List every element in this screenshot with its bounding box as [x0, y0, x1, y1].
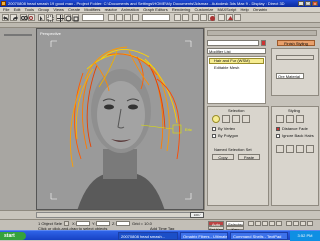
- strand-icon[interactable]: [222, 115, 230, 123]
- command-panel: Modifier List Hair and Fur (WSM) Editabl…: [204, 28, 320, 210]
- divider: [4, 34, 32, 36]
- status-bar: 1 Object Sele X: Y: Z: Grid = 10.0 Click…: [0, 219, 320, 237]
- paste-button[interactable]: Paste: [238, 154, 260, 160]
- maximize-viewport-icon[interactable]: [307, 221, 313, 226]
- left-panel: [0, 28, 36, 210]
- selection-rollout: Selection By Vertex By Polygon Named Sel…: [207, 106, 269, 206]
- curve-editor-icon[interactable]: [192, 14, 199, 21]
- time-slider[interactable]: 100 / 100: [0, 210, 320, 222]
- main-toolbar: [0, 13, 320, 23]
- rotate-hair-icon[interactable]: [296, 145, 304, 153]
- styling-rollout: Ore Material: [271, 48, 319, 96]
- select-icon[interactable]: [38, 14, 45, 21]
- select-root-icon[interactable]: [232, 115, 240, 123]
- by-vertex-checkbox[interactable]: [212, 127, 216, 131]
- head-model: [50, 40, 192, 209]
- link-icon[interactable]: [20, 14, 28, 21]
- guide-icon[interactable]: [212, 115, 220, 123]
- orbit-icon[interactable]: [300, 221, 306, 226]
- stack-item-mesh-label[interactable]: Editable Mesh: [214, 65, 239, 70]
- material-dropdown[interactable]: Ore Material: [276, 73, 304, 79]
- copy-button[interactable]: Copy: [212, 154, 234, 160]
- styling-options-rollout: Styling Distance Fade Ignore Back Hairs: [271, 106, 319, 206]
- styling-title: Styling: [288, 108, 301, 113]
- taskbar: start 20070808 head smash... Ornatrix Fi…: [0, 230, 320, 241]
- ignore-back-label: Ignore Back Hairs: [282, 133, 314, 138]
- app-icon: [1, 1, 6, 6]
- rotate-icon[interactable]: [64, 14, 72, 22]
- task-textpad[interactable]: Command Shells - TextPad: [230, 232, 288, 240]
- maximize-button[interactable]: □: [305, 1, 311, 6]
- z-field[interactable]: [116, 221, 130, 226]
- redo-icon[interactable]: [10, 14, 18, 21]
- time-track[interactable]: [36, 212, 204, 218]
- percent-snap-icon[interactable]: [132, 14, 139, 21]
- finish-styling-button[interactable]: Finish Styling: [277, 40, 315, 46]
- pan-icon[interactable]: [293, 221, 299, 226]
- task-ornatrix[interactable]: Ornatrix Fibers - Ultimate...: [180, 232, 228, 240]
- snap-icon[interactable]: [116, 14, 123, 21]
- start-button[interactable]: start: [0, 232, 26, 240]
- minimize-button[interactable]: _: [298, 1, 304, 6]
- selection-title: Selection: [228, 108, 245, 113]
- prev-frame-icon[interactable]: [255, 221, 261, 226]
- modifier-list-dropdown[interactable]: Modifier List: [207, 48, 266, 54]
- window-title: 20070808 head smash 19 good max - Projec…: [8, 1, 285, 6]
- task-3dsmax[interactable]: 20070808 head smash...: [118, 232, 178, 240]
- render-setup-icon[interactable]: [218, 14, 225, 21]
- material-editor-icon[interactable]: [208, 14, 215, 21]
- ignore-back-checkbox[interactable]: [276, 134, 280, 138]
- unlink-icon[interactable]: [28, 14, 35, 21]
- object-name-tag: Eric: [185, 127, 192, 132]
- named-selection-label: Named Selection Set: [214, 147, 252, 152]
- hair-select-icon[interactable]: [296, 115, 304, 123]
- undo-icon[interactable]: [2, 14, 9, 21]
- frame-indicator[interactable]: 100 / 100: [190, 212, 204, 222]
- by-vertex-label: By Vertex: [218, 126, 236, 131]
- stack-item-hair-label: Hair and Fur (WSM): [214, 58, 250, 63]
- distance-fade-label: Distance Fade: [282, 126, 308, 131]
- mirror-icon[interactable]: [174, 14, 181, 21]
- selection-header[interactable]: [276, 55, 314, 60]
- select-tip-icon[interactable]: [242, 115, 250, 123]
- zoom-icon[interactable]: [286, 221, 292, 226]
- move-icon[interactable]: [56, 14, 64, 22]
- command-tabs[interactable]: [207, 30, 317, 36]
- schematic-icon[interactable]: [200, 14, 207, 21]
- object-name-field[interactable]: [207, 40, 259, 46]
- distance-fade-checkbox[interactable]: [276, 127, 280, 131]
- pivot-icon[interactable]: [108, 14, 115, 21]
- by-polygon-checkbox[interactable]: [212, 134, 216, 138]
- puff-icon[interactable]: [276, 145, 284, 153]
- render-icon[interactable]: [226, 14, 233, 21]
- quick-render-icon[interactable]: [234, 14, 241, 21]
- angle-snap-icon[interactable]: [124, 14, 131, 21]
- scale-icon[interactable]: [72, 14, 79, 22]
- next-frame-icon[interactable]: [269, 221, 275, 226]
- close-button[interactable]: x: [312, 1, 318, 6]
- perspective-viewport[interactable]: Perspective Eric: [36, 28, 204, 210]
- scale-hair-icon[interactable]: [306, 145, 314, 153]
- by-polygon-label: By Polygon: [218, 133, 239, 138]
- coordinate-dropdown[interactable]: [82, 14, 104, 21]
- play-icon[interactable]: [262, 221, 268, 226]
- color-swatch[interactable]: [261, 40, 266, 46]
- clump-icon[interactable]: [286, 145, 294, 153]
- go-end-icon[interactable]: [276, 221, 282, 226]
- hair-cut-icon[interactable]: [286, 115, 294, 123]
- hair-brush-icon[interactable]: [276, 115, 284, 123]
- select-region-icon[interactable]: [46, 14, 54, 22]
- named-selection-dropdown[interactable]: [142, 14, 170, 21]
- align-icon[interactable]: [182, 14, 189, 21]
- modifier-stack: Hair and Fur (WSM) Editable Mesh: [207, 56, 266, 104]
- grid-size: Grid = 10.0: [132, 221, 152, 226]
- go-start-icon[interactable]: [248, 221, 254, 226]
- title-bar: 20070808 head smash 19 good max - Projec…: [0, 0, 320, 7]
